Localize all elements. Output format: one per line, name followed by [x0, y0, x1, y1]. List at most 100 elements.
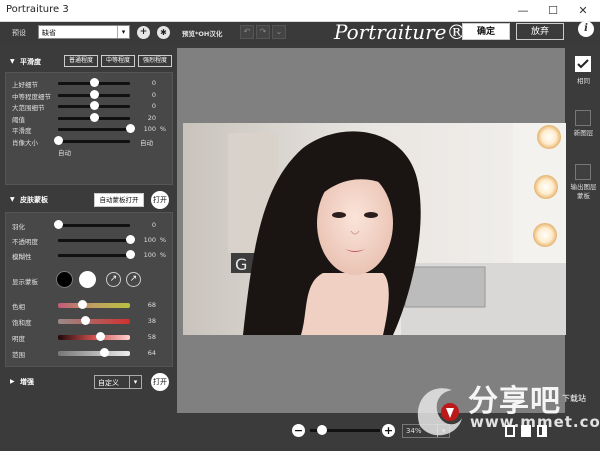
mask-white-swatch[interactable] [79, 271, 96, 288]
skin-mask-section-header[interactable]: ▼ 皮肤蒙板 [2, 192, 174, 208]
slider-label: 饱和度 [12, 319, 32, 327]
slider-row: 大范围细节 0 [6, 100, 174, 112]
slider-value: 自动 [140, 138, 153, 147]
settings-panel: ▼ 平滑度 普通程度 中等程度 强烈程度 上好细节 0 中等程度细节 0 大范围细节 0 阈… [0, 48, 175, 447]
skin-mask-panel: 羽化 0 不透明度 100% 模糊性 100% 显示蒙板 ↗ ↗ 色相 68 饱和度 38 明度 58 范围 6… [5, 212, 173, 367]
slider-row: 不透明度 100% [6, 234, 174, 246]
slider-row: 肖像大小 自动 [6, 135, 174, 147]
slider-row: 中等程度细节 0 [6, 89, 174, 101]
slider-knob[interactable] [77, 300, 87, 309]
zoom-in-button[interactable]: + [382, 424, 395, 437]
slider-knob[interactable] [126, 250, 135, 259]
watermark-site: www.mmet.com [470, 413, 600, 431]
slider-track[interactable] [58, 128, 130, 131]
undo-icon[interactable]: ↶ [240, 25, 254, 39]
slider-knob[interactable] [90, 112, 99, 122]
slider-knob[interactable] [90, 78, 99, 87]
slider-knob[interactable] [95, 332, 105, 341]
slider-track[interactable] [58, 139, 130, 143]
slider-knob[interactable] [54, 135, 63, 145]
slider-row: 上好细节 0 [6, 77, 174, 89]
preset-medium-chip[interactable]: 中等程度 [101, 55, 135, 67]
slider-value: 58 [147, 333, 156, 341]
same-layer-checkbox[interactable] [575, 56, 591, 72]
slider-track[interactable] [58, 224, 130, 227]
add-preset-button[interactable]: + [137, 26, 150, 39]
slider-row: 阈值 20 [6, 112, 174, 124]
slider-label: 明度 [12, 335, 25, 343]
slider-unit: % [159, 236, 166, 244]
slider-label: 不透明度 [12, 238, 38, 246]
enhance-toggle-button[interactable]: 打开 [151, 373, 169, 391]
slider-label: 上好细节 [12, 81, 38, 89]
slider-label: 平滑度 [12, 127, 32, 135]
slider-value: 0 [151, 221, 156, 229]
preset-select[interactable]: 缺省 ▾ [38, 25, 130, 39]
slider-label: 阈值 [12, 115, 25, 124]
app-window: Portraiture 3 — ☐ ✕ 预设 缺省 ▾ + ✱ 预览*OH汉化 … [0, 0, 600, 447]
slider-label: 羽化 [12, 223, 25, 231]
redo-icon[interactable]: ↷ [256, 25, 270, 39]
slider-knob[interactable] [90, 89, 99, 99]
preset-select-value: 缺省 [42, 29, 56, 37]
expand-triangle-icon: ▶ [10, 378, 15, 385]
chevron-down-icon: ▾ [117, 26, 129, 38]
eyedropper-plus-icon[interactable]: ↗ [126, 272, 141, 287]
title-bar: Portraiture 3 — ☐ ✕ [0, 0, 600, 22]
slider-value: 38 [147, 317, 156, 325]
color-slider-row: 范围 64 [6, 347, 174, 359]
watermark-overlay: 分享吧 下载站 www.mmet.com [410, 378, 600, 447]
skin-mask-toggle-button[interactable]: 打开 [151, 191, 169, 209]
output-mask-label: 输出图层蒙板 [570, 183, 597, 200]
slider-knob[interactable] [90, 101, 99, 110]
slider-knob[interactable] [126, 235, 135, 244]
eyedropper-icon[interactable]: ↗ [106, 272, 121, 287]
window-title: Portraiture 3 [6, 4, 69, 15]
mask-black-swatch[interactable] [56, 271, 73, 288]
same-layer-label: 相同 [577, 77, 590, 85]
smoothing-panel: 上好细节 0 中等程度细节 0 大范围细节 0 阈值 20 平滑度 100% 肖像大小 自动 自动 [5, 72, 173, 185]
new-layer-checkbox[interactable] [575, 110, 591, 126]
skin-mask-title: 皮肤蒙板 [20, 196, 48, 204]
color-slider-row: 明度 58 [6, 331, 174, 343]
slider-knob[interactable] [126, 124, 135, 133]
slider-track[interactable] [58, 239, 130, 242]
maximize-icon[interactable]: ☐ [538, 0, 568, 22]
new-layer-label: 新图层 [573, 129, 594, 137]
slider-value: 68 [147, 301, 156, 309]
preset-strong-chip[interactable]: 强烈程度 [138, 55, 172, 67]
zoom-out-button[interactable]: − [292, 424, 305, 437]
slider-knob[interactable] [54, 220, 63, 229]
color-slider-track[interactable] [58, 319, 130, 324]
gear-icon[interactable]: ✱ [157, 26, 170, 39]
slider-label: 中等程度细节 [12, 92, 51, 101]
enhance-preset-value: 自定义 [98, 379, 119, 387]
info-icon[interactable]: i [578, 21, 594, 37]
slider-track[interactable] [58, 254, 130, 257]
color-slider-track[interactable] [58, 335, 130, 340]
cancel-button[interactable]: 放弃 [516, 23, 564, 40]
preset-normal-chip[interactable]: 普通程度 [64, 55, 98, 67]
slider-label: 色相 [12, 303, 25, 311]
minimize-icon[interactable]: — [508, 0, 538, 22]
close-icon[interactable]: ✕ [568, 0, 598, 22]
zoom-slider-knob[interactable] [317, 425, 327, 435]
slider-value: 20 [147, 113, 156, 122]
color-slider-track[interactable] [58, 351, 130, 356]
color-slider-row: 色相 68 [6, 299, 174, 311]
auto-mask-button[interactable]: 自动蒙板打开 [94, 193, 144, 207]
auto-caption: 自动 [58, 149, 71, 157]
enhance-preset-select[interactable]: 自定义 ▾ [94, 375, 142, 389]
svg-text:G: G [235, 255, 247, 274]
ok-button[interactable]: 确定 [462, 23, 510, 40]
slider-value: 0 [151, 102, 156, 110]
chevron-down-icon: ▾ [129, 376, 141, 388]
history-dropdown-icon[interactable]: ⌄ [272, 25, 286, 39]
color-slider-track[interactable] [58, 303, 130, 308]
checkmark-icon [577, 59, 589, 69]
output-mask-checkbox[interactable] [575, 164, 591, 180]
slider-knob[interactable] [100, 348, 110, 357]
slider-label: 模糊性 [12, 253, 32, 261]
enhance-section-header[interactable]: ▶ 增强 [2, 374, 174, 390]
top-toolbar: 预设 缺省 ▾ + ✱ 预览*OH汉化 ↶ ↷ ⌄ [0, 22, 600, 46]
